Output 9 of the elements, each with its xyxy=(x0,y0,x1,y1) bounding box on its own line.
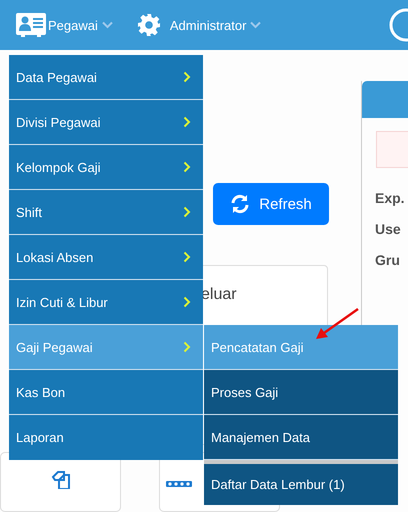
refresh-button[interactable]: Refresh xyxy=(213,183,329,225)
menu-item[interactable]: Gaji Pegawai xyxy=(9,325,203,370)
submenu-item[interactable]: Pencatatan Gaji xyxy=(204,325,398,370)
nav-menu-link[interactable]: Pegawai xyxy=(48,18,98,32)
field-label: Exp. xyxy=(375,190,406,206)
nav-menu-link[interactable]: Administrator xyxy=(170,18,246,32)
field-label: Use xyxy=(375,221,402,237)
card-text: eluar xyxy=(201,286,237,303)
field-label: Gru xyxy=(375,252,401,268)
